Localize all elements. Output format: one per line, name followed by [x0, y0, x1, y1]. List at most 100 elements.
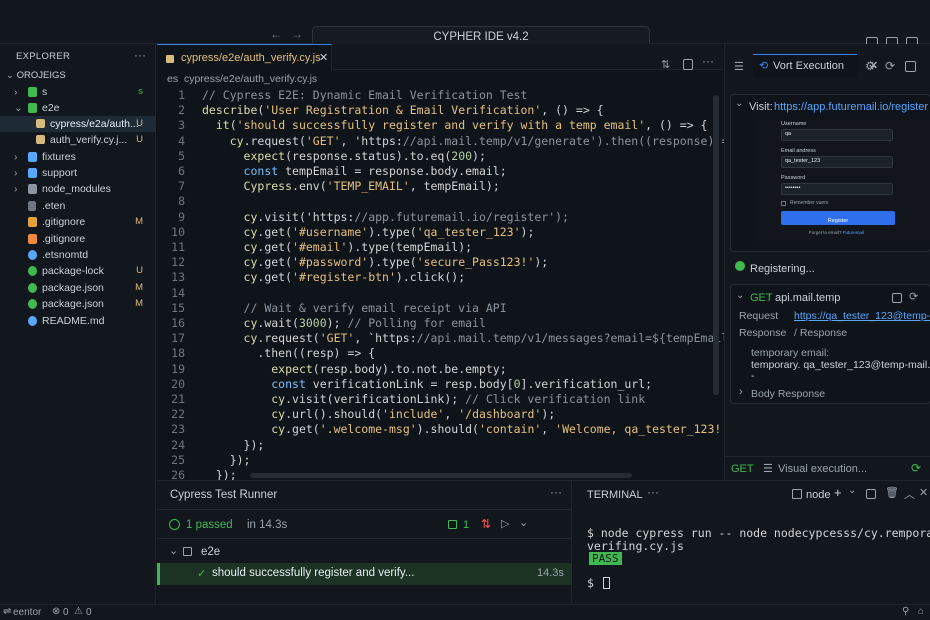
code-line: .then((resp) => { [202, 346, 376, 361]
package-icon [28, 283, 37, 293]
add-terminal-icon[interactable]: + [834, 485, 842, 500]
git-file-icon [28, 217, 37, 227]
shell-name[interactable]: node [806, 489, 830, 501]
sidebar-item-eten[interactable]: .eten [0, 198, 155, 214]
sync-icon[interactable]: ⟳ [911, 461, 921, 475]
split-terminal-icon[interactable] [866, 489, 876, 499]
suite-name[interactable]: e2e [201, 546, 220, 558]
code-line: }); [202, 437, 265, 452]
sidebar-item-e2e[interactable]: ⌄ e2e [0, 100, 155, 116]
chevron-right-icon: › [14, 151, 18, 163]
line-number: 6 [178, 164, 185, 178]
horizontal-scrollbar[interactable] [250, 473, 632, 478]
sidebar-item-auth-verify[interactable]: auth_verify.cy.j... U [0, 132, 155, 148]
project-root[interactable]: ⌄ OROJEIGS [6, 70, 66, 81]
sidebar-item-auth-file[interactable]: cypress/e2a/auth... U [0, 116, 155, 132]
remember-checkbox[interactable] [781, 201, 786, 206]
sidebar-item-support[interactable]: › support [0, 165, 155, 181]
line-number: 22 [171, 407, 185, 422]
more-options-icon[interactable]: ··· [550, 485, 562, 499]
sidebar-item-fixtures[interactable]: › fixtures [0, 149, 155, 165]
status-text: Registering... [750, 263, 815, 275]
preview-icon[interactable] [683, 59, 693, 70]
status-badge: s [138, 86, 143, 97]
test-row[interactable]: ✓ should successfully register and verif… [157, 563, 572, 585]
request-host: api.mail.temp [775, 292, 841, 304]
response-tab[interactable]: / Response [794, 327, 847, 339]
tab-vort-execution[interactable]: ⟲ Vort Execution ✕ [753, 54, 878, 78]
refresh-icon[interactable]: ⟳ [885, 59, 895, 73]
back-arrow-icon[interactable]: ← [270, 27, 282, 41]
code-line: cy.visit('https://app.futuremail.io/regi… [243, 209, 569, 224]
sidebar-item-label: package-lock [42, 265, 104, 277]
terminal[interactable]: TERMINAL ··· node + ⌄ 🗑 ︿ ✕ $ node cypre… [573, 481, 930, 605]
register-button[interactable]: Register [781, 211, 895, 225]
sidebar-item-gitignore-2[interactable]: .gitignore [0, 231, 155, 247]
split-editor-icon[interactable]: ⇅ [661, 58, 670, 71]
sidebar-item-package-json-2[interactable]: package.json M [0, 296, 155, 312]
code-line: cy.visit(verificationLink); // Click ver… [271, 392, 646, 406]
code-editor[interactable]: 1 // Cypress E2E: Dynamic Email Verificat… [157, 88, 749, 482]
account-icon[interactable]: ⚲ [902, 606, 909, 617]
sidebar-item-gitignore[interactable]: .gitignore M [0, 214, 155, 230]
sidebar-item-readme[interactable]: README.md [0, 313, 155, 329]
more-options-icon[interactable]: ··· [134, 48, 146, 62]
footer-text: Visual execution... [778, 463, 868, 475]
settings-icon[interactable]: ⚙ [865, 59, 876, 73]
chevron-down-icon[interactable]: ⌄ [519, 516, 528, 529]
close-icon[interactable]: ✕ [319, 51, 328, 64]
forward-arrow-icon[interactable]: → [291, 27, 303, 41]
sidebar-item-label: cypress/e2a/auth... [50, 118, 139, 130]
email-field[interactable]: qa_tester_123 [781, 156, 893, 168]
close-icon[interactable]: ✕ [919, 486, 928, 499]
line-number: 10 [171, 224, 185, 239]
more-options-icon[interactable]: ··· [702, 54, 714, 68]
status-badge: M [135, 282, 143, 293]
line-number: 8 [178, 194, 185, 209]
play-icon[interactable]: ▷ [501, 517, 509, 530]
sidebar-item-etsnomtd[interactable]: .etsnomtd [0, 247, 155, 263]
request-url[interactable]: https://qa_tester_123@temp-mail. [794, 310, 930, 322]
trash-icon[interactable]: 🗑 [885, 486, 899, 499]
forgot-link[interactable]: Futuremail [843, 230, 864, 235]
error-count[interactable]: 0 [63, 607, 69, 618]
visit-url[interactable]: https://app.futuremail.io/register [774, 101, 928, 113]
layout-icon[interactable] [905, 61, 916, 72]
body-response[interactable]: Body Response [751, 388, 825, 400]
tab-label: Vort Execution [773, 60, 844, 72]
breadcrumb-path[interactable]: cypress/e2e/auth_verify.cy.js [184, 73, 317, 85]
calendar-icon[interactable] [892, 293, 902, 303]
sidebar-item-label: auth_verify.cy.j... [50, 134, 128, 146]
sidebar-item-s[interactable]: › s s [0, 84, 155, 100]
line-number: 1 [178, 88, 185, 102]
fail-icon[interactable]: ⇅ [481, 517, 491, 531]
chevron-up-icon[interactable]: ︿ [904, 486, 915, 502]
password-field[interactable]: •••••••• [781, 183, 893, 195]
chevron-down-icon[interactable]: ⌄ [848, 485, 856, 496]
code-line: // Cypress E2E: Dynamic Email Verificati… [202, 88, 528, 102]
test-runner: Cypress Test Runner ··· 1 passed in 14.3… [157, 481, 572, 605]
code-line: cy.get('#username').type('qa_tester_123'… [243, 224, 535, 239]
status-badge: U [136, 134, 143, 145]
list-icon[interactable]: ☰ [734, 60, 744, 73]
sidebar-item-package-lock[interactable]: package-lock U [0, 263, 155, 279]
tab-auth-verify[interactable]: cypress/e2e/auth_verify.cy.js ✕ [157, 44, 332, 71]
sidebar-item-node-modules[interactable]: › node_modules [0, 181, 155, 197]
more-options-icon[interactable]: ··· [647, 485, 659, 499]
code-line: cy.request('GET', 'https://api.mail.temp… [229, 133, 749, 148]
remote-icon[interactable]: ⇌ [3, 606, 11, 617]
editor-scrollbar[interactable] [713, 95, 719, 395]
response-line-1: temporary email: [751, 347, 830, 359]
username-field[interactable]: qa [781, 129, 893, 141]
terminal-icon [792, 489, 802, 499]
notifications-icon[interactable]: ⌂ [918, 606, 924, 617]
branch-name[interactable]: eentor [13, 607, 41, 618]
line-number: 18 [171, 346, 185, 361]
status-badge: M [135, 298, 143, 309]
code-line: cy.request('GET', `https://api.mail.temp… [243, 331, 749, 346]
sidebar-item-package-json[interactable]: package.json M [0, 280, 155, 296]
refresh-icon[interactable]: ⟳ [909, 290, 918, 303]
warning-count[interactable]: 0 [86, 607, 92, 618]
register-button-label: Register [827, 218, 849, 224]
chevron-right-icon: › [14, 86, 18, 98]
